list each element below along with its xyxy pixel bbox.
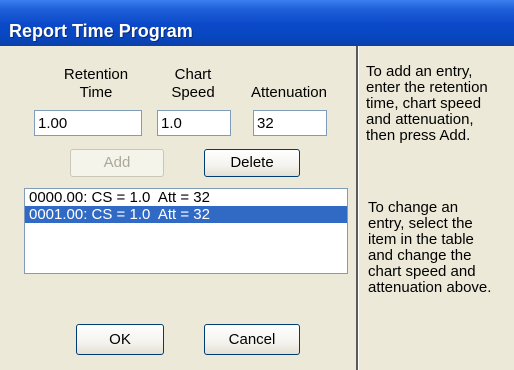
attenuation-input[interactable] (253, 110, 327, 136)
list-item[interactable]: 0000.00: CS = 1.0 Att = 32 (25, 189, 347, 206)
speed-label-line-1: Chart (174, 66, 212, 83)
help-line: item in the table (368, 231, 474, 248)
chart-speed-label: Chart Speed (158, 66, 228, 102)
help-line: attenuation above. (368, 279, 492, 296)
help-line: entry, select the (368, 215, 473, 232)
title-bar[interactable]: Report Time Program (0, 0, 514, 46)
cancel-button[interactable]: Cancel (204, 324, 300, 355)
attenuation-label: Attenuation (251, 84, 327, 101)
entry-list[interactable]: 0000.00: CS = 1.0 Att = 32 0001.00: CS =… (24, 188, 348, 274)
list-item-selected[interactable]: 0001.00: CS = 1.0 Att = 32 (25, 206, 347, 223)
retention-time-label: Retention Time (50, 66, 142, 102)
help-line: then press Add. (366, 127, 471, 144)
panel-divider (356, 46, 359, 370)
window-title: Report Time Program (9, 21, 193, 41)
help-line: and change the (368, 247, 472, 264)
chart-speed-input[interactable] (157, 110, 231, 136)
help-line: time, chart speed (366, 95, 482, 112)
retention-label-line-2: Time (79, 84, 113, 101)
speed-label-line-2: Speed (171, 84, 215, 101)
help-add-text: To add an entry, enter the retention tim… (366, 64, 512, 144)
delete-button[interactable]: Delete (204, 149, 300, 177)
help-line: enter the retention (366, 79, 488, 96)
add-button[interactable]: Add (70, 149, 164, 177)
retention-label-line-1: Retention (63, 66, 129, 83)
ok-button[interactable]: OK (76, 324, 164, 355)
help-line: chart speed and (368, 263, 476, 280)
help-line: To change an (368, 199, 459, 216)
help-line: To add an entry, (366, 63, 473, 80)
help-line: and attenuation, (366, 111, 474, 128)
help-change-text: To change an entry, select the item in t… (368, 200, 514, 296)
retention-time-input[interactable] (34, 110, 142, 136)
